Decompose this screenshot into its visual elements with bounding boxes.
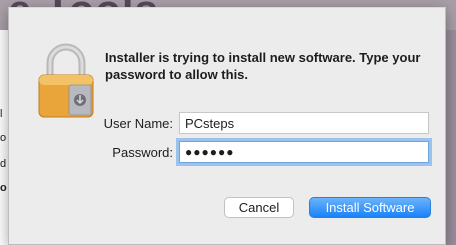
password-label: Password: (112, 145, 173, 160)
dialog-message: Installer is trying to install new softw… (105, 50, 421, 82)
sidebar-fragment: l (0, 108, 3, 120)
padlock-installer-icon (38, 43, 94, 118)
sidebar-fragment: d (0, 158, 7, 170)
username-field[interactable]: PCsteps (179, 112, 429, 134)
authentication-dialog: Installer is trying to install new softw… (8, 7, 446, 245)
install-software-button[interactable]: Install Software (309, 197, 431, 218)
password-field[interactable]: ●●●●●● (179, 141, 429, 163)
sidebar-fragment: o (0, 182, 7, 194)
background-sidebar: l o d o (0, 30, 8, 245)
username-label: User Name: (103, 116, 173, 131)
sidebar-fragment: o (0, 132, 7, 144)
cancel-button[interactable]: Cancel (224, 197, 294, 218)
